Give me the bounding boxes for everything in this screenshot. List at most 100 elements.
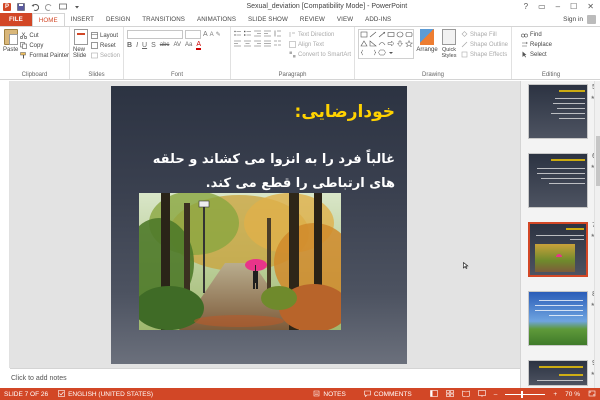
align-text-button[interactable]: Align Text [289,40,351,49]
shape-outline-button[interactable]: Shape Outline [461,40,508,49]
strikethrough-button[interactable]: abc [160,42,170,48]
undo-icon[interactable] [31,3,40,11]
arrange-button[interactable]: Arrange [416,29,438,59]
cut-button[interactable]: Cut [20,31,69,40]
tab-insert[interactable]: INSERT [65,13,100,26]
new-slide-button[interactable]: New Slide [73,29,89,60]
notes-pane[interactable]: Click to add notes [10,368,520,388]
tab-animations[interactable]: ANIMATIONS [191,13,242,26]
decrease-indent-icon[interactable] [254,30,261,37]
shape-oval-icon[interactable] [396,31,404,38]
shape-hexagon-icon[interactable] [378,49,386,56]
slide-title[interactable]: خودارضایی: [295,102,395,122]
zoom-slider[interactable] [505,390,546,398]
change-case-button[interactable]: Aa [185,42,192,48]
close-button[interactable]: ✕ [587,2,594,11]
tab-view[interactable]: VIEW [331,13,359,26]
tab-file[interactable]: FILE [0,13,32,26]
zoom-level[interactable]: 70 % [565,391,580,398]
ribbon-display-options-button[interactable]: ▭ [538,2,546,11]
align-left-icon[interactable] [234,40,241,47]
minimize-button[interactable]: – [556,2,560,11]
align-center-icon[interactable] [244,40,251,47]
increase-indent-icon[interactable] [264,30,271,37]
select-button[interactable]: Select [521,50,587,59]
slideshow-view-icon[interactable] [477,389,486,399]
maximize-button[interactable]: ☐ [570,2,577,11]
thumbnail-slide-7[interactable] [528,222,588,277]
tab-slide-show[interactable]: SLIDE SHOW [242,13,294,26]
italic-button[interactable]: I [136,42,138,49]
current-slide[interactable]: خودارضایی: غالباً فرد را به انزوا می کشا… [111,86,407,364]
align-right-icon[interactable] [254,40,261,47]
format-painter-button[interactable]: Format Painter [20,51,69,60]
bold-button[interactable]: B [127,42,132,49]
shape-triangle-icon[interactable] [360,40,368,47]
reset-button[interactable]: Reset [91,41,120,50]
redo-icon[interactable] [44,3,53,11]
comments-toggle[interactable]: COMMENTS [364,390,412,399]
text-direction-button[interactable]: Text Direction [289,30,351,39]
shape-rounded-rect-icon[interactable] [405,31,413,38]
decrease-font-size-icon[interactable]: A [210,32,214,38]
shape-star-icon[interactable] [404,39,414,48]
bullets-icon[interactable] [234,30,241,37]
tab-transitions[interactable]: TRANSITIONS [136,13,191,26]
clear-formatting-icon[interactable]: ✎ [216,31,221,38]
shape-rtriangle-icon[interactable] [369,40,377,47]
shape-line-icon[interactable] [369,31,377,38]
help-button[interactable]: ? [524,2,528,11]
text-shadow-button[interactable]: S [151,42,156,49]
shape-effects-button[interactable]: Shape Effects [461,50,508,59]
copy-button[interactable]: Copy [20,41,69,50]
line-spacing-icon[interactable] [274,30,281,37]
language-indicator[interactable]: ENGLISH (UNITED STATES) [58,389,153,399]
increase-font-size-icon[interactable]: A [203,31,208,38]
sign-in[interactable]: Sign in [563,13,600,26]
paste-button[interactable]: Paste [3,29,18,60]
section-button[interactable]: Section [91,51,120,60]
shapes-gallery[interactable] [358,29,414,59]
fit-slide-icon[interactable] [588,390,596,399]
slide-editor[interactable]: خودارضایی: غالباً فرد را به انزوا می کشا… [10,81,520,368]
thumbnail-scrollbar[interactable] [594,81,600,388]
tab-review[interactable]: REVIEW [294,13,331,26]
thumbnail-slide-5[interactable] [528,84,588,139]
thumbnail-scrollbar-thumb[interactable] [596,136,600,186]
save-icon[interactable] [17,2,25,11]
shape-brace-right-icon[interactable] [369,49,377,56]
columns-icon[interactable] [274,40,281,47]
shape-more-icon[interactable] [387,49,395,56]
font-name-dropdown[interactable] [127,30,183,39]
tab-design[interactable]: DESIGN [100,13,136,26]
shape-down-arrow-icon[interactable] [396,40,404,47]
shape-rectangle-icon[interactable] [387,31,395,38]
sign-in-label[interactable]: Sign in [563,16,583,23]
shape-arrow-icon[interactable] [378,31,386,38]
shape-curve-icon[interactable] [378,40,386,47]
notes-placeholder[interactable]: Click to add notes [11,375,67,382]
underline-button[interactable]: U [142,42,147,49]
zoom-in-button[interactable]: + [553,391,557,398]
zoom-out-button[interactable]: – [494,391,498,398]
shape-brace-icon[interactable] [360,49,368,56]
start-from-beginning-icon[interactable] [59,3,67,11]
convert-smartart-button[interactable]: Convert to SmartArt [289,50,351,59]
slide-photo[interactable] [139,193,341,330]
shape-textbox-icon[interactable] [360,31,368,38]
slide-sorter-icon[interactable] [445,389,454,399]
shape-fill-button[interactable]: Shape Fill [461,30,508,39]
tab-add-ins[interactable]: ADD-INS [359,13,397,26]
thumbnail-slide-8[interactable] [528,291,588,346]
quick-styles-button[interactable]: Quick Styles [440,29,458,59]
thumbnail-slide-9[interactable] [528,360,588,386]
find-button[interactable]: Find [521,30,587,39]
font-color-button[interactable]: A [196,41,202,50]
replace-button[interactable]: Replace [521,40,587,49]
thumbnail-slide-6[interactable] [528,153,588,208]
shape-right-arrow-icon[interactable] [387,40,395,47]
layout-button[interactable]: Layout [91,31,120,40]
notes-toggle[interactable]: NOTES [313,390,346,399]
numbering-icon[interactable] [244,30,251,37]
justify-icon[interactable] [264,40,271,47]
